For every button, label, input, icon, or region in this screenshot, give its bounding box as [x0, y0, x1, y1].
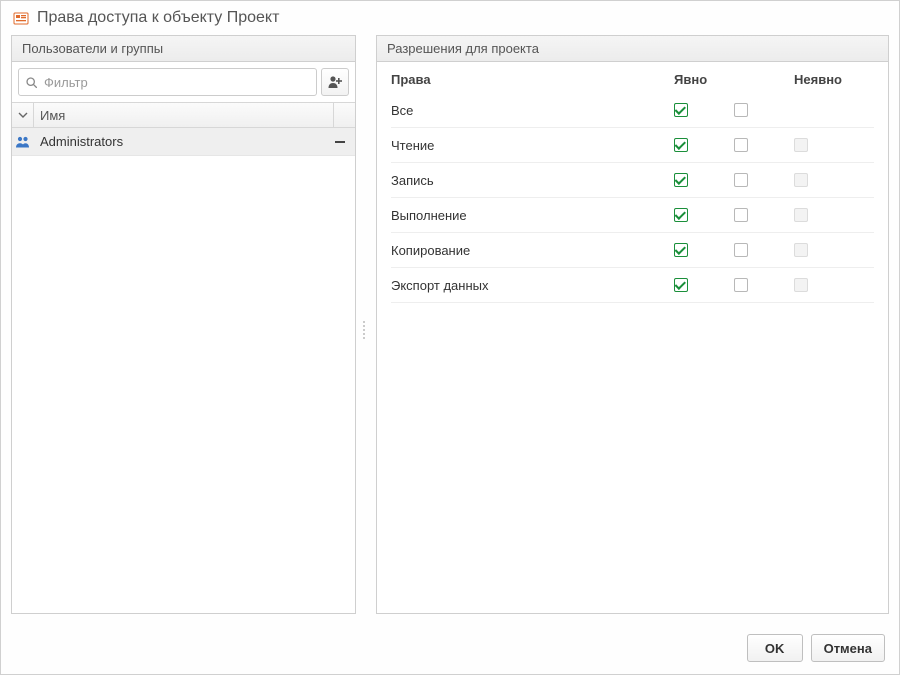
- implicit-checkbox: [794, 243, 808, 257]
- add-user-button[interactable]: [321, 68, 349, 96]
- implicit-checkbox: [794, 138, 808, 152]
- splitter-handle-icon: [361, 315, 367, 345]
- permission-row: Чтение: [391, 128, 874, 163]
- users-groups-panel: Пользователи и группы: [11, 35, 356, 614]
- permissions-panel: Разрешения для проекта Права Явно Неявно…: [376, 35, 889, 614]
- explicit-deny-checkbox[interactable]: [734, 173, 748, 187]
- permissions-dialog: Права доступа к объекту Проект Пользоват…: [0, 0, 900, 675]
- permission-row: Копирование: [391, 233, 874, 268]
- permissions-table: Все Чтение Запись Выполнение Копирование Эксп…: [377, 93, 888, 613]
- dialog-title-text: Права доступа к объекту Проект: [37, 9, 279, 27]
- explicit-deny-checkbox[interactable]: [734, 278, 748, 292]
- permission-name: Все: [391, 103, 674, 118]
- implicit-checkbox: [794, 173, 808, 187]
- users-list: Administrators: [12, 128, 355, 613]
- permission-name: Чтение: [391, 138, 674, 153]
- list-item-label: Administrators: [34, 134, 329, 149]
- list-item[interactable]: Administrators: [12, 128, 355, 156]
- search-icon: [25, 76, 38, 89]
- cancel-button[interactable]: Отмена: [811, 634, 885, 662]
- explicit-allow-checkbox[interactable]: [674, 278, 688, 292]
- users-list-header-spacer: [333, 103, 355, 127]
- implicit-checkbox: [794, 208, 808, 222]
- filter-input[interactable]: [42, 74, 310, 91]
- explicit-deny-checkbox[interactable]: [734, 243, 748, 257]
- column-header-implicit: Неявно: [794, 72, 874, 87]
- explicit-deny-checkbox[interactable]: [734, 138, 748, 152]
- permission-row: Выполнение: [391, 198, 874, 233]
- permission-name: Запись: [391, 173, 674, 188]
- explicit-allow-checkbox[interactable]: [674, 138, 688, 152]
- permission-row: Все: [391, 93, 874, 128]
- remove-item-button[interactable]: [329, 136, 351, 148]
- implicit-checkbox: [794, 278, 808, 292]
- expand-collapse-toggle[interactable]: [12, 103, 34, 127]
- explicit-allow-checkbox[interactable]: [674, 208, 688, 222]
- group-icon: [12, 134, 34, 150]
- project-icon: [13, 10, 29, 26]
- column-header-explicit: Явно: [674, 72, 794, 87]
- explicit-deny-checkbox[interactable]: [734, 208, 748, 222]
- dialog-title-bar: Права доступа к объекту Проект: [1, 1, 899, 35]
- ok-button[interactable]: OK: [747, 634, 803, 662]
- explicit-allow-checkbox[interactable]: [674, 103, 688, 117]
- permission-name: Выполнение: [391, 208, 674, 223]
- column-header-name: Права: [391, 72, 674, 87]
- name-column-header[interactable]: Имя: [34, 103, 333, 127]
- permissions-header: Разрешения для проекта: [377, 36, 888, 62]
- explicit-deny-checkbox[interactable]: [734, 103, 748, 117]
- permission-name: Экспорт данных: [391, 278, 674, 293]
- filter-input-wrap[interactable]: [18, 68, 317, 96]
- permission-name: Копирование: [391, 243, 674, 258]
- explicit-allow-checkbox[interactable]: [674, 243, 688, 257]
- permission-row: Экспорт данных: [391, 268, 874, 303]
- dialog-footer: OK Отмена: [1, 624, 899, 674]
- permission-row: Запись: [391, 163, 874, 198]
- explicit-allow-checkbox[interactable]: [674, 173, 688, 187]
- users-groups-header: Пользователи и группы: [12, 36, 355, 62]
- users-list-header: Имя: [12, 102, 355, 128]
- permissions-column-headers: Права Явно Неявно: [377, 62, 888, 93]
